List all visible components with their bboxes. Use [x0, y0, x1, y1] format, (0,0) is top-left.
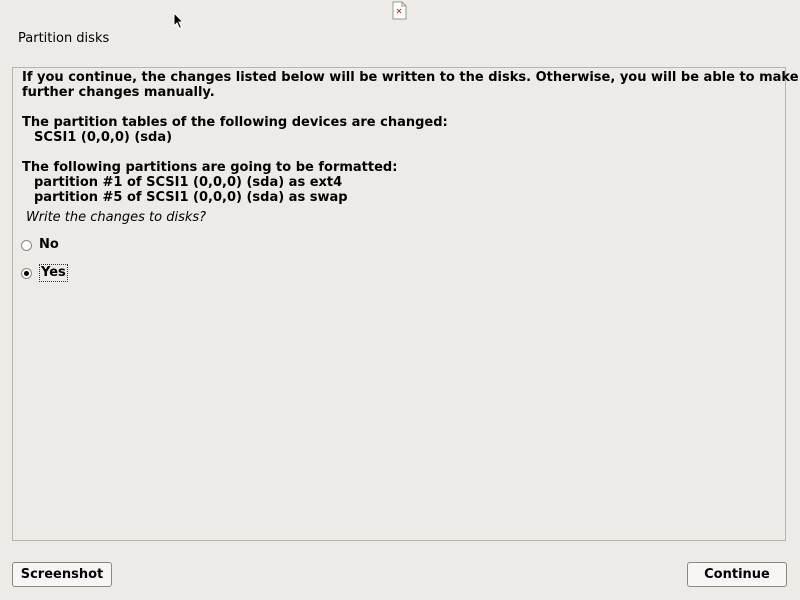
format-heading: The following partitions are going to be… — [22, 160, 398, 175]
mouse-cursor-icon — [173, 12, 185, 30]
option-yes-label[interactable]: Yes — [39, 264, 68, 282]
continue-button[interactable]: Continue — [687, 562, 787, 587]
radio-yes[interactable] — [21, 267, 32, 279]
format-partition-1: partition #1 of SCSI1 (0,0,0) (sda) as e… — [34, 175, 343, 190]
broken-image-icon — [392, 1, 407, 20]
page-title: Partition disks — [18, 31, 110, 46]
option-yes[interactable]: Yes — [21, 263, 68, 283]
radio-no[interactable] — [21, 239, 32, 251]
screenshot-button[interactable]: Screenshot — [12, 562, 112, 587]
question-label: Write the changes to disks? — [26, 210, 207, 225]
option-no[interactable]: No — [21, 235, 59, 255]
option-no-label[interactable]: No — [39, 237, 59, 253]
intro-line-1: If you continue, the changes listed belo… — [22, 70, 799, 85]
format-partition-2: partition #5 of SCSI1 (0,0,0) (sda) as s… — [34, 190, 348, 205]
intro-line-2: further changes manually. — [22, 85, 215, 100]
message-text: If you continue, the changes listed belo… — [22, 70, 799, 205]
changed-device: SCSI1 (0,0,0) (sda) — [34, 130, 173, 145]
partition-tables-heading: The partition tables of the following de… — [22, 115, 448, 130]
